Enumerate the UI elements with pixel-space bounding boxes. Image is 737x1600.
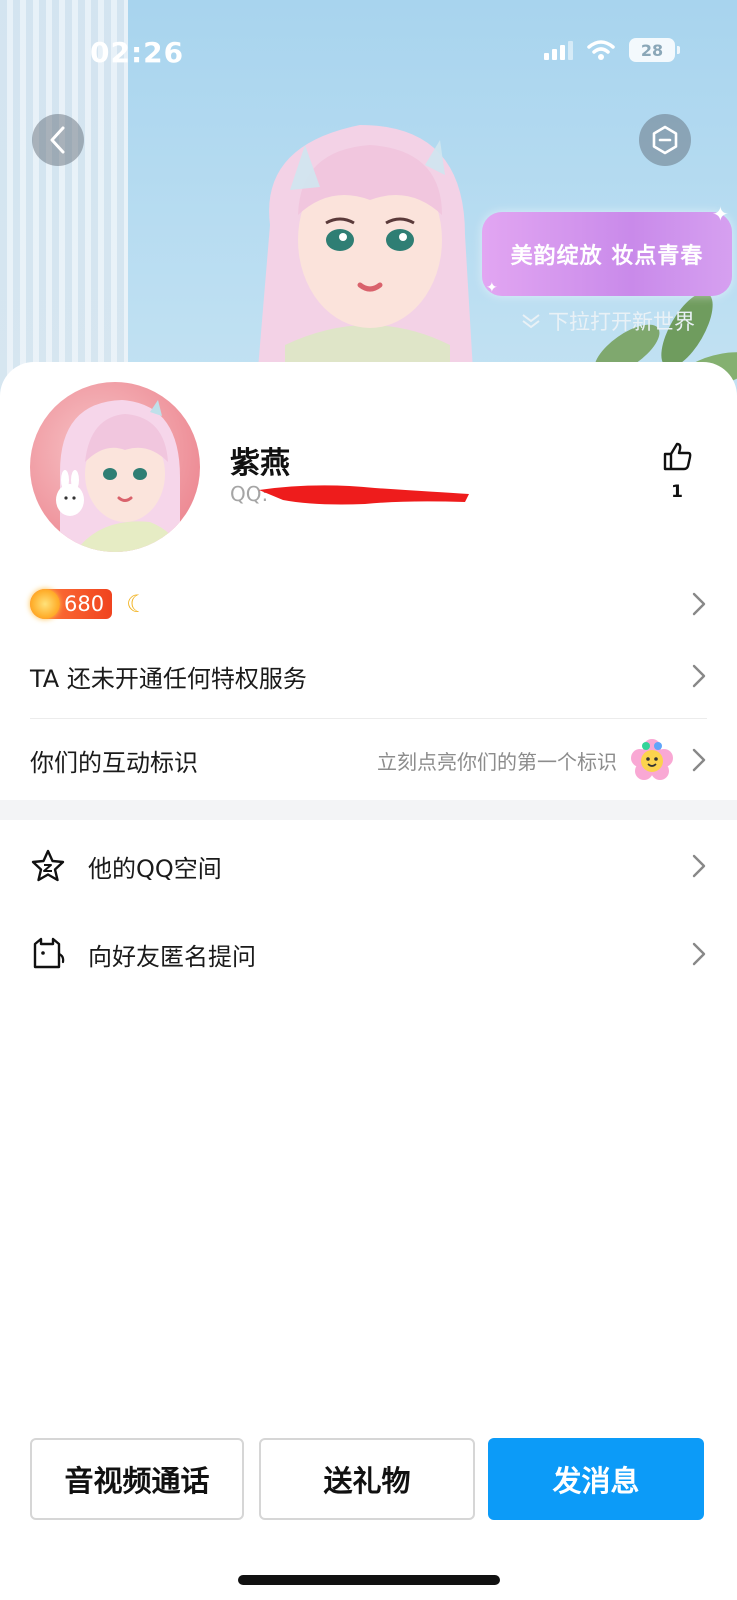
- avatar[interactable]: [30, 382, 200, 552]
- battery-indicator: 28: [629, 38, 680, 62]
- chevron-right-icon: [692, 748, 706, 772]
- privilege-text: TA 还未开通任何特权服务: [30, 664, 307, 693]
- qzone-label: 他的QQ空间: [88, 854, 222, 883]
- qzone-row[interactable]: 他的QQ空间: [30, 844, 707, 888]
- pull-down-hint[interactable]: 下拉打开新世界: [520, 306, 695, 336]
- sparkle-icon: ✦: [712, 202, 729, 226]
- anonymous-ask-row[interactable]: 向好友匿名提问: [30, 932, 707, 976]
- star-icon: [30, 848, 66, 884]
- cellular-signal-icon: [544, 40, 573, 60]
- chevron-right-icon: [692, 854, 706, 878]
- cat-box-icon: [30, 936, 66, 972]
- section-separator: [0, 800, 737, 820]
- like-button[interactable]: 1: [657, 440, 697, 502]
- double-chevron-down-icon: [522, 314, 540, 329]
- cover-character-illustration: [255, 125, 475, 400]
- send-gift-button[interactable]: 送礼物: [259, 1438, 475, 1520]
- hexagon-icon: [652, 125, 678, 155]
- like-count: 1: [671, 482, 683, 502]
- promo-bubble[interactable]: 美韵绽放 妆点青春: [482, 212, 732, 296]
- chevron-right-icon: [692, 592, 706, 616]
- nickname: 紫燕: [230, 446, 290, 481]
- back-button[interactable]: [32, 114, 84, 166]
- pull-down-hint-text: 下拉打开新世界: [548, 310, 695, 334]
- interaction-title: 你们的互动标识: [30, 748, 198, 777]
- interaction-badge-row[interactable]: 你们的互动标识 立刻点亮你们的第一个标识: [30, 736, 707, 784]
- status-time: 02:26: [90, 36, 185, 69]
- chevron-right-icon: [692, 942, 706, 966]
- video-call-button[interactable]: 音视频通话: [30, 1438, 244, 1520]
- moon-icon: ☾: [126, 590, 148, 618]
- level-value: 680: [64, 592, 105, 616]
- chevron-right-icon: [692, 664, 706, 688]
- profile-cover[interactable]: 02:26 28 美韵绽放 妆点青春 ✦ ✦ 下拉打开新世界: [0, 0, 737, 400]
- level-row[interactable]: 680 ☾: [30, 582, 707, 626]
- divider: [30, 718, 707, 719]
- sun-icon: [30, 589, 60, 619]
- chevron-left-icon: [50, 126, 65, 154]
- profile-card: 紫燕 QQ: 1 680 ☾ TA 还未开通任何特权服务 你们的互动标识 立刻点…: [0, 362, 737, 1600]
- home-indicator[interactable]: [238, 1575, 500, 1585]
- redaction-mark: [259, 485, 469, 505]
- status-icons: 28: [544, 38, 680, 62]
- level-badge: 680: [30, 589, 113, 619]
- interaction-hint: 立刻点亮你们的第一个标识: [377, 749, 617, 774]
- wifi-icon: [587, 40, 615, 60]
- send-message-button[interactable]: 发消息: [488, 1438, 704, 1520]
- avatar-character-illustration: [56, 400, 180, 552]
- privilege-row[interactable]: TA 还未开通任何特权服务: [30, 654, 707, 698]
- thumbs-up-icon: [663, 442, 692, 471]
- cover-settings-button[interactable]: [639, 114, 691, 166]
- anonymous-ask-label: 向好友匿名提问: [88, 942, 256, 971]
- flower-badge-icon: [631, 739, 673, 780]
- sparkle-icon: ✦: [486, 280, 498, 296]
